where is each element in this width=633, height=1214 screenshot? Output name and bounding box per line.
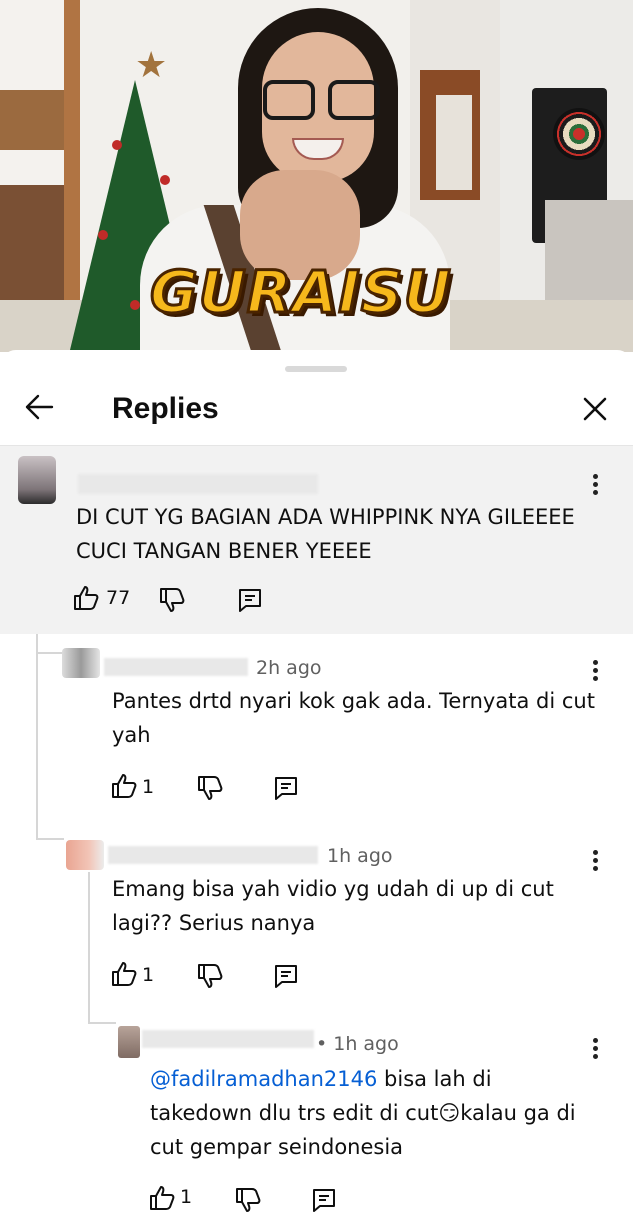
door-window (436, 95, 472, 190)
thumbs-up-icon[interactable] (72, 584, 100, 612)
tree-star-icon: ★ (135, 45, 168, 86)
thumbs-down-icon[interactable] (158, 586, 186, 614)
comment-text: Emang bisa yah vidio yg udah di up di cu… (112, 877, 554, 935)
timestamp: 2h ago (256, 657, 322, 679)
like-count: 1 (142, 964, 155, 986)
reply-comment-icon[interactable] (236, 586, 264, 614)
username-redacted[interactable] (108, 846, 318, 864)
thumbs-up-icon[interactable] (148, 1184, 176, 1212)
thread-connector (36, 838, 64, 840)
reply-comment-icon[interactable] (272, 774, 300, 802)
more-vert-icon[interactable] (590, 1038, 600, 1062)
arrow-left-icon[interactable] (22, 390, 56, 424)
comment-text: @fadilramadhan2146 bisa lah di takedown … (150, 1062, 600, 1164)
avatar[interactable] (66, 840, 104, 870)
comment-text: Pantes drtd nyari kok gak ada. Ternyata … (112, 689, 595, 747)
thumbs-up-icon[interactable] (110, 772, 138, 800)
timestamp: • 1h ago (316, 1033, 399, 1055)
video-player[interactable]: ★ GURAISU (0, 0, 633, 352)
avatar[interactable] (118, 1026, 140, 1058)
drag-handle[interactable] (285, 366, 347, 372)
avatar[interactable] (62, 648, 100, 678)
thumbs-down-icon[interactable] (234, 1186, 262, 1214)
kitchen-counter (0, 185, 70, 305)
reply-comment-icon[interactable] (272, 962, 300, 990)
more-vert-icon[interactable] (590, 660, 600, 684)
close-icon[interactable] (580, 394, 610, 424)
ornament (130, 300, 140, 310)
avatar[interactable] (18, 456, 56, 504)
dartboard (553, 108, 605, 160)
like-count: 1 (142, 776, 155, 798)
like-count: 77 (106, 587, 131, 609)
ornament (160, 175, 170, 185)
ornament (98, 230, 108, 240)
username-redacted[interactable] (104, 658, 248, 676)
reply-comment-icon[interactable] (310, 1186, 338, 1214)
glasses (263, 80, 315, 120)
thread-connector (88, 1022, 116, 1024)
ornament (112, 140, 122, 150)
thread-line (88, 872, 90, 1022)
panel-title: Replies (112, 392, 219, 425)
more-vert-icon[interactable] (590, 474, 600, 498)
thumbs-up-icon[interactable] (110, 960, 138, 988)
more-vert-icon[interactable] (590, 850, 600, 874)
channel-logo: GURAISU (149, 257, 453, 328)
thread-connector (36, 652, 64, 654)
timestamp: 1h ago (327, 845, 393, 867)
username-redacted[interactable] (142, 1030, 314, 1048)
parent-comment: DI CUT YG BAGIAN ADA WHIPPINK NYA GILEEE… (0, 446, 633, 634)
user-mention-link[interactable]: @fadilramadhan2146 (150, 1067, 377, 1091)
thumbs-down-icon[interactable] (196, 774, 224, 802)
comment-text: DI CUT YG BAGIAN ADA WHIPPINK NYA GILEEE… (76, 505, 575, 563)
kitchen-cabinet (0, 90, 64, 150)
thumbs-down-icon[interactable] (196, 962, 224, 990)
username-redacted[interactable] (78, 474, 318, 494)
glasses (328, 80, 380, 120)
like-count: 1 (180, 1186, 193, 1208)
